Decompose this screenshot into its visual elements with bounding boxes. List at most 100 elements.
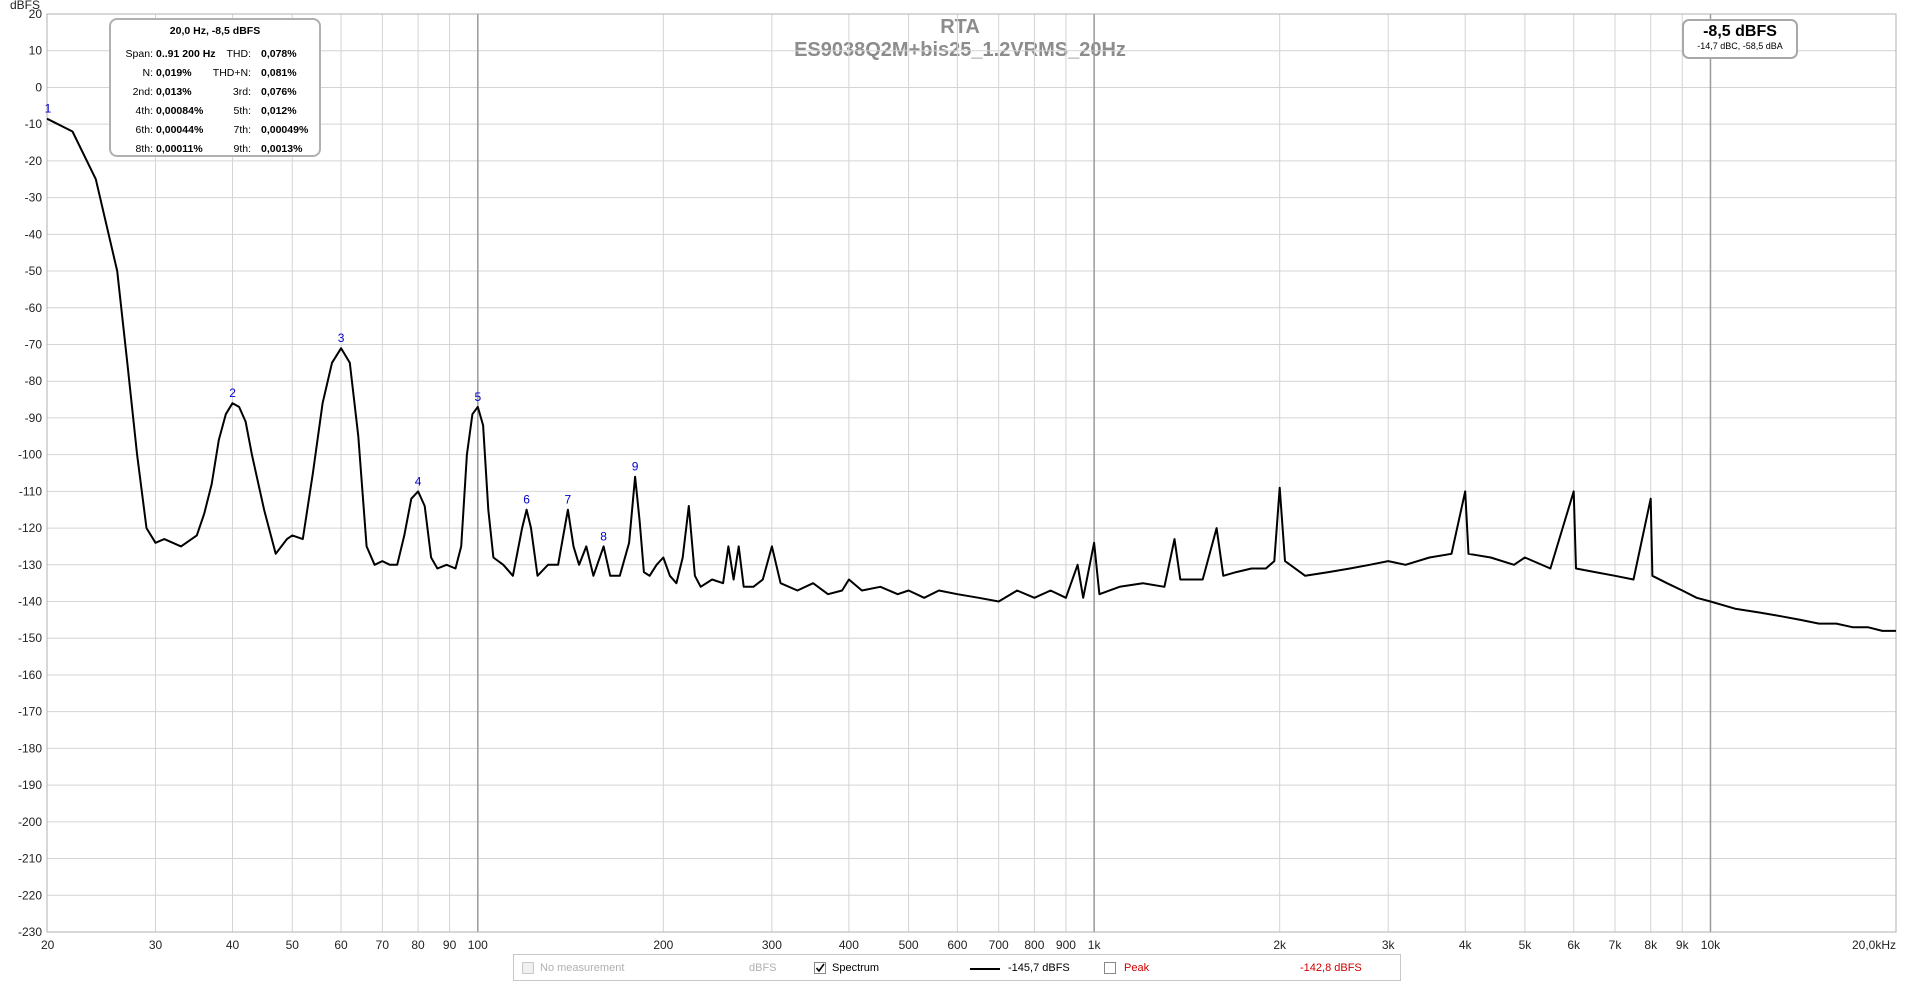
y-tick-label: -170 [18, 705, 42, 719]
harmonic-marker-label: 2 [229, 386, 236, 400]
y-tick-label: -230 [18, 925, 42, 939]
chart-title: RTA [940, 16, 980, 38]
info-label: N: [142, 67, 154, 79]
y-tick-label: 10 [29, 44, 43, 58]
level-sub-value: -14,7 dBC, -58,5 dBA [1697, 41, 1783, 51]
x-tick-label: 600 [947, 938, 967, 952]
info-value: 0,012% [261, 105, 297, 117]
legend-bar: No measurement dBFS Spectrum -145,7 dBFS… [513, 954, 1401, 981]
harmonic-markers: 1 2 3 4 5 6 7 8 9 [45, 102, 639, 544]
info-label: 6th: [135, 124, 153, 136]
x-tick-label: 200 [653, 938, 673, 952]
info-row: N: 0,019% THD+N: 0,081% [111, 67, 319, 83]
info-row: 8th: 0,00011% 9th: 0,0013% [111, 143, 319, 159]
peak-value: -142,8 dBFS [1300, 962, 1362, 974]
spectrum-value: -145,7 dBFS [1008, 962, 1070, 974]
harmonic-marker-label: 8 [600, 529, 607, 543]
peak-checkbox[interactable] [1104, 962, 1116, 974]
y-tick-label: -210 [18, 852, 42, 866]
chart-subtitle: ES9038Q2M+bis25_1.2VRMS_20Hz [794, 39, 1126, 61]
no-measurement-checkbox[interactable] [522, 962, 534, 974]
harmonic-marker-label: 6 [523, 493, 530, 507]
info-value: 0,013% [156, 86, 192, 98]
x-tick-label: 7k [1609, 938, 1623, 952]
info-value: 0,076% [261, 86, 297, 98]
x-tick-label: 100 [468, 938, 488, 952]
info-value: 0,081% [261, 67, 297, 79]
level-readout: -8,5 dBFS -14,7 dBC, -58,5 dBA [1682, 19, 1798, 59]
x-tick-label: 6k [1567, 938, 1581, 952]
no-measurement-label: No measurement [540, 962, 625, 974]
spectrum-series [46, 117, 1896, 632]
info-row: 4th: 0,00084% 5th: 0,012% [111, 105, 319, 121]
x-tick-label: 40 [226, 938, 240, 952]
info-row: Span: 0..91 200 Hz THD: 0,078% [111, 48, 319, 64]
y-tick-label: -150 [18, 631, 42, 645]
y-tick-label: -30 [25, 191, 43, 205]
y-tick-label: 20 [29, 7, 43, 21]
info-title: 20,0 Hz, -8,5 dBFS [169, 25, 261, 37]
y-tick-label: -190 [18, 778, 42, 792]
y-tick-label: -90 [25, 411, 43, 425]
y-tick-label: -50 [25, 264, 43, 278]
harmonic-marker-label: 1 [45, 102, 52, 116]
x-tick-label: 4k [1459, 938, 1473, 952]
info-value: 0,019% [156, 67, 192, 79]
y-tick-label: -100 [18, 448, 42, 462]
x-tick-label: 9k [1676, 938, 1690, 952]
info-label: Span: [125, 48, 153, 60]
x-tick-label: 800 [1024, 938, 1044, 952]
y-tick-label: -160 [18, 668, 42, 682]
measurement-info-box: 20,0 Hz, -8,5 dBFS Span: 0..91 200 Hz THD:… [109, 18, 321, 157]
harmonic-marker-label: 9 [632, 460, 639, 474]
x-axis-ticks: 20 30 40 50 60 70 80 90 100 200 300 400 500 600 700 800… [41, 938, 1896, 952]
x-tick-label: 30 [149, 938, 163, 952]
info-label: 2nd: [132, 86, 153, 98]
x-tick-label: 90 [443, 938, 457, 952]
spectrum-line [46, 117, 1896, 632]
x-tick-label: 500 [899, 938, 919, 952]
x-tick-label: 8k [1644, 938, 1658, 952]
info-value: 0,00049% [261, 124, 309, 136]
harmonic-marker-label: 7 [565, 493, 572, 507]
info-row: 2nd: 0,013% 3rd: 0,076% [111, 86, 319, 102]
y-tick-label: -120 [18, 521, 42, 535]
y-tick-label: 0 [35, 80, 42, 94]
info-label: 7th: [233, 124, 251, 136]
info-label: 3rd: [232, 86, 251, 98]
x-tick-label: 2k [1273, 938, 1287, 952]
info-label: 8th: [135, 143, 153, 155]
harmonic-marker-label: 3 [338, 331, 345, 345]
x-tick-label: 3k [1382, 938, 1396, 952]
info-value: 0,078% [261, 48, 297, 60]
x-tick-label: 700 [989, 938, 1009, 952]
y-tick-label: -80 [25, 374, 43, 388]
y-tick-label: -60 [25, 301, 43, 315]
y-tick-label: -180 [18, 741, 42, 755]
info-label: 9th: [233, 143, 251, 155]
y-tick-label: -110 [19, 484, 42, 498]
level-main-value: -8,5 dBFS [1703, 23, 1777, 40]
info-label: THD+N: [212, 67, 251, 79]
y-tick-label: -20 [25, 154, 43, 168]
info-row: 6th: 0,00044% 7th: 0,00049% [111, 124, 319, 140]
y-tick-label: -40 [25, 227, 43, 241]
harmonic-marker-label: 5 [474, 390, 481, 404]
info-label: 5th: [233, 105, 251, 117]
x-tick-label: 70 [376, 938, 390, 952]
check-icon [815, 963, 825, 973]
info-value: 0,0013% [261, 143, 303, 155]
x-tick-label: 400 [839, 938, 859, 952]
y-tick-label: -10 [25, 117, 43, 131]
y-tick-label: -140 [18, 595, 42, 609]
x-tick-label: 900 [1056, 938, 1076, 952]
y-tick-label: -200 [18, 815, 42, 829]
plot-frame [46, 13, 1897, 933]
spectrum-checkbox[interactable] [814, 962, 826, 974]
x-tick-label: 20,0kHz [1852, 938, 1896, 952]
unit-label: dBFS [749, 962, 777, 974]
x-tick-label: 300 [762, 938, 782, 952]
spectrum-label: Spectrum [832, 962, 880, 974]
x-tick-label: 10k [1701, 938, 1721, 952]
y-tick-label: -220 [18, 888, 42, 902]
